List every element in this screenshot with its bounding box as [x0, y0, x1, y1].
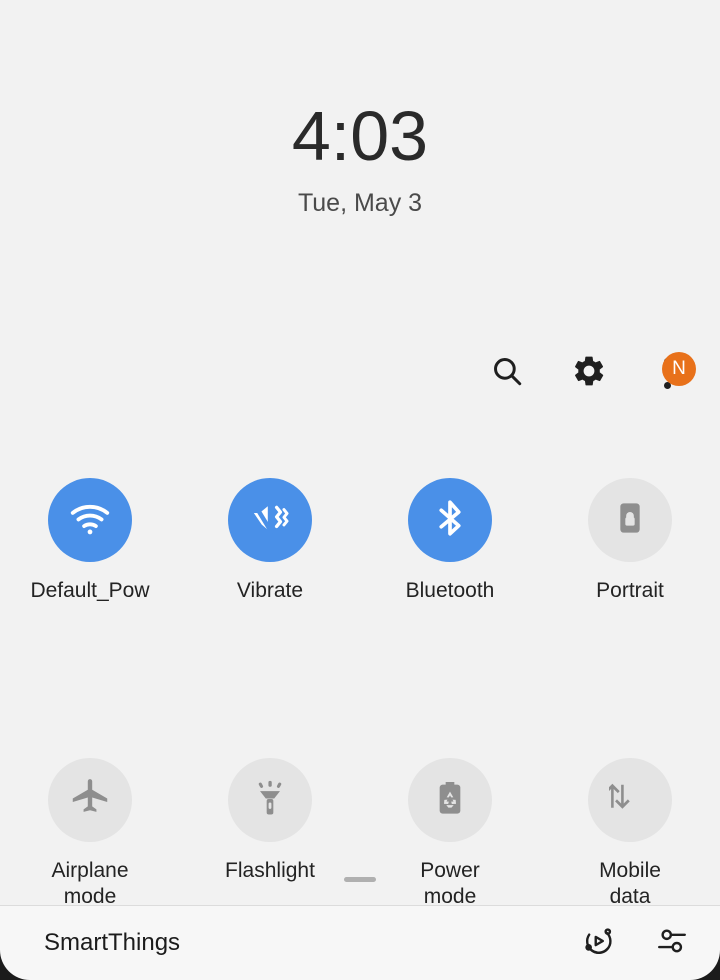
settings-button[interactable] [568, 352, 610, 394]
gear-icon [571, 353, 607, 394]
tile-label: Portrait [596, 579, 664, 602]
tile-flashlight[interactable]: Flashlight [180, 758, 360, 910]
tile-bluetooth[interactable]: Bluetooth [360, 478, 540, 604]
bluetooth-icon [429, 497, 471, 544]
tile-row: Airplane mode Flashlight Power mode Mobi… [0, 758, 720, 910]
tile-icon-container[interactable] [588, 478, 672, 562]
clock-block[interactable]: 4:03 Tue, May 3 [0, 96, 720, 218]
sliders-icon [655, 924, 689, 963]
tile-label: Mobile data [599, 859, 661, 908]
quick-settings-screen: 4:03 Tue, May 3 N Default_Pow Vibrate Bl… [0, 0, 720, 980]
tile-icon-container[interactable] [228, 478, 312, 562]
tile-portrait[interactable]: Portrait [540, 478, 720, 604]
tile-vibrate[interactable]: Vibrate [180, 478, 360, 604]
drag-handle[interactable] [344, 877, 376, 882]
mobile-data-icon [605, 777, 651, 824]
tile-power-mode[interactable]: Power mode [360, 758, 540, 910]
clock-time[interactable]: 4:03 [0, 96, 720, 176]
tile-label: Power mode [420, 859, 480, 908]
search-button[interactable] [486, 352, 528, 394]
tile-icon-container[interactable] [588, 758, 672, 842]
status-badge: N [662, 352, 696, 386]
device-controls-button[interactable] [652, 923, 692, 963]
media-output-icon [581, 924, 615, 963]
header-actions: N [486, 352, 696, 394]
battery-eco-icon [430, 778, 470, 823]
vibrate-icon [248, 496, 292, 545]
more-options-button[interactable]: N [650, 352, 696, 394]
tiles-grid: Default_Pow Vibrate Bluetooth Portrait A… [0, 478, 720, 910]
search-icon [490, 354, 524, 393]
quick-settings-panel: 4:03 Tue, May 3 N Default_Pow Vibrate Bl… [0, 0, 720, 908]
tile-icon-container[interactable] [48, 758, 132, 842]
tile-icon-container[interactable] [48, 478, 132, 562]
tile-default-pow[interactable]: Default_Pow [0, 478, 180, 604]
bottom-bar-icons [578, 923, 692, 963]
airplane-icon [68, 776, 112, 825]
clock-date[interactable]: Tue, May 3 [0, 188, 720, 218]
tile-icon-container[interactable] [408, 478, 492, 562]
media-output-button[interactable] [578, 923, 618, 963]
smartthings-bar[interactable]: SmartThings [0, 906, 720, 980]
tile-row: Default_Pow Vibrate Bluetooth Portrait [0, 478, 720, 604]
flashlight-icon [249, 777, 291, 824]
tile-icon-container[interactable] [408, 758, 492, 842]
smartthings-title[interactable]: SmartThings [44, 929, 578, 957]
tile-airplane-mode[interactable]: Airplane mode [0, 758, 180, 910]
rotation-lock-icon [610, 498, 650, 543]
tile-label: Vibrate [236, 579, 304, 602]
tile-label: Airplane mode [51, 859, 129, 908]
tile-mobile-data[interactable]: Mobile data [540, 758, 720, 910]
tile-icon-container[interactable] [228, 758, 312, 842]
tile-label: Bluetooth [405, 579, 495, 602]
tile-label: Flashlight [225, 859, 315, 882]
tile-label: Default_Pow [30, 579, 150, 602]
wifi-icon [68, 496, 112, 545]
